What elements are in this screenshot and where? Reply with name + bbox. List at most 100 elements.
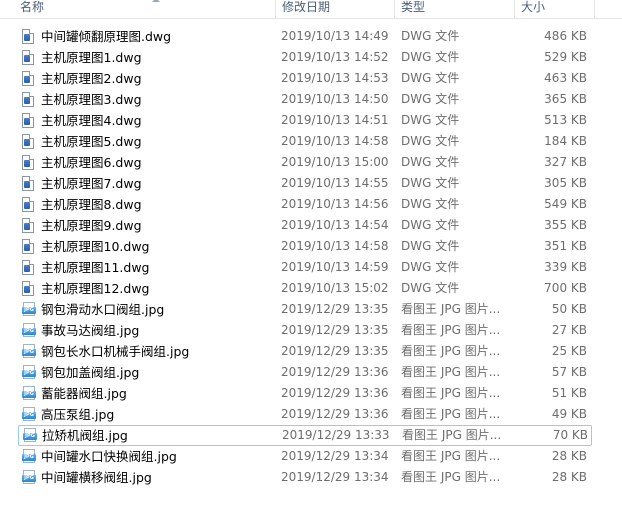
file-modified-date: 2019/10/13 14:49 (281, 29, 389, 43)
jpg-icon-badge-text: JPG (24, 349, 34, 355)
jpg-file-icon-shape: JPG (22, 470, 36, 485)
file-type: DWG 文件 (401, 155, 460, 169)
jpg-file-icon: JPG (22, 323, 36, 338)
dwg-file-icon (22, 92, 36, 107)
dwg-file-icon (22, 281, 36, 296)
file-name: 主机原理图6.dwg (41, 155, 142, 170)
file-row[interactable]: 主机原理图2.dwg 2019/10/13 14:53 DWG 文件 463 KB (0, 68, 622, 89)
file-modified-date: 2019/12/29 13:35 (281, 323, 389, 337)
file-size: 463 KB (544, 71, 587, 85)
file-name: 中间罐倾翻原理图.dwg (41, 29, 172, 44)
file-row[interactable]: 主机原理图9.dwg 2019/10/13 14:54 DWG 文件 355 KB (0, 215, 622, 236)
column-header-date[interactable]: 修改日期 (276, 0, 395, 18)
file-row[interactable]: 主机原理图1.dwg 2019/10/13 14:52 DWG 文件 529 KB (0, 47, 622, 68)
file-row[interactable]: 主机原理图10.dwg 2019/10/13 14:58 DWG 文件 351 KB (0, 236, 622, 257)
file-row[interactable]: 主机原理图11.dwg 2019/10/13 14:59 DWG 文件 339 KB (0, 257, 622, 278)
file-row[interactable]: JPG 中间罐水口快换阀组.jpg 2019/12/29 13:34 看图王 JPG … (0, 446, 622, 467)
file-type: 看图王 JPG 图片... (401, 323, 501, 337)
file-row[interactable]: JPG 拉矫机阀组.jpg 2019/12/29 13:33 看图王 JPG 图片..… (18, 425, 592, 446)
file-type: 看图王 JPG 图片... (401, 470, 501, 484)
dwg-file-icon-shape (22, 29, 34, 44)
column-header-name[interactable]: 名称 (14, 0, 276, 18)
file-size: 365 KB (544, 92, 587, 106)
dwg-file-icon (22, 176, 36, 191)
file-row[interactable]: JPG 钢包加盖阀组.jpg 2019/12/29 13:36 看图王 JPG 图片.… (0, 362, 622, 383)
file-size: 27 KB (551, 323, 587, 337)
file-row[interactable]: JPG 中间罐横移阀组.jpg 2019/12/29 13:34 看图王 JPG 图片… (0, 467, 622, 488)
dwg-file-icon (22, 50, 36, 65)
jpg-icon-badge: JPG (22, 307, 36, 314)
file-row[interactable]: JPG 高压泵组.jpg 2019/12/29 13:36 看图王 JPG 图片...… (0, 404, 622, 425)
file-size: 486 KB (544, 29, 587, 43)
dwg-file-icon-shape (22, 218, 34, 233)
file-name: 中间罐横移阀组.jpg (41, 470, 152, 485)
file-name: 主机原理图2.dwg (41, 71, 142, 86)
file-modified-date: 2019/10/13 14:58 (281, 134, 389, 148)
file-row[interactable]: 主机原理图5.dwg 2019/10/13 14:58 DWG 文件 184 KB (0, 131, 622, 152)
jpg-file-icon-shape: JPG (22, 344, 36, 359)
file-modified-date: 2019/10/13 14:58 (281, 239, 389, 253)
file-size: 28 KB (551, 449, 587, 463)
jpg-file-icon: JPG (22, 365, 36, 380)
file-row[interactable]: JPG 蓄能器阀组.jpg 2019/12/29 13:36 看图王 JPG 图片..… (0, 383, 622, 404)
jpg-file-icon-shape: JPG (23, 428, 37, 443)
dwg-file-icon-shape (22, 239, 34, 254)
file-modified-date: 2019/12/29 13:35 (281, 344, 389, 358)
jpg-file-icon: JPG (22, 470, 36, 485)
file-row[interactable]: 主机原理图12.dwg 2019/10/13 15:02 DWG 文件 700 KB (0, 278, 622, 299)
file-modified-date: 2019/10/13 15:02 (281, 281, 389, 295)
file-type: 看图王 JPG 图片... (401, 365, 501, 379)
file-type: DWG 文件 (401, 71, 460, 85)
jpg-file-icon: JPG (22, 344, 36, 359)
file-name: 主机原理图10.dwg (41, 239, 150, 254)
jpg-file-icon: JPG (22, 302, 36, 317)
column-header-type[interactable]: 类型 (395, 0, 515, 18)
jpg-icon-badge-text: JPG (24, 412, 34, 418)
file-size: 305 KB (544, 176, 587, 190)
dwg-file-icon-shape (22, 134, 34, 149)
file-type: 看图王 JPG 图片... (401, 386, 501, 400)
file-size: 351 KB (544, 239, 587, 253)
file-name: 钢包滑动水口阀组.jpg (41, 302, 165, 317)
jpg-file-icon-shape: JPG (22, 365, 36, 380)
file-size: 549 KB (544, 197, 587, 211)
file-size: 184 KB (544, 134, 587, 148)
sort-ascending-icon (152, 0, 160, 2)
file-row[interactable]: 主机原理图8.dwg 2019/10/13 14:56 DWG 文件 549 KB (0, 194, 622, 215)
jpg-icon-badge-text: JPG (24, 328, 34, 334)
jpg-icon-badge-text: JPG (25, 433, 35, 439)
column-header-name-label: 名称 (20, 0, 45, 14)
file-row[interactable]: JPG 钢包滑动水口阀组.jpg 2019/12/29 13:35 看图王 JPG 图… (0, 299, 622, 320)
dwg-file-icon (22, 197, 36, 212)
file-name: 主机原理图1.dwg (41, 50, 142, 65)
file-row[interactable]: JPG 钢包长水口机械手阀组.jpg 2019/12/29 13:35 看图王 JPG… (0, 341, 622, 362)
jpg-icon-badge: JPG (22, 412, 36, 419)
jpg-file-icon-shape: JPG (22, 407, 36, 422)
jpg-file-icon: JPG (22, 386, 36, 401)
column-header-type-label: 类型 (401, 0, 426, 14)
file-size: 50 KB (551, 302, 587, 316)
file-name: 主机原理图7.dwg (41, 176, 142, 191)
file-modified-date: 2019/10/13 14:55 (281, 176, 389, 190)
file-name: 钢包加盖阀组.jpg (41, 365, 140, 380)
file-row[interactable]: 主机原理图4.dwg 2019/10/13 14:51 DWG 文件 513 KB (0, 110, 622, 131)
dwg-file-icon (22, 239, 36, 254)
file-row[interactable]: 中间罐倾翻原理图.dwg 2019/10/13 14:49 DWG 文件 486 KB (0, 26, 622, 47)
dwg-file-icon (22, 218, 36, 233)
dwg-file-icon (22, 71, 36, 86)
file-row[interactable]: 主机原理图6.dwg 2019/10/13 15:00 DWG 文件 327 KB (0, 152, 622, 173)
file-modified-date: 2019/12/29 13:34 (281, 470, 389, 484)
file-row[interactable]: JPG 事故马达阀组.jpg 2019/12/29 13:35 看图王 JPG 图片.… (0, 320, 622, 341)
file-modified-date: 2019/10/13 14:52 (281, 50, 389, 64)
file-name: 中间罐水口快换阀组.jpg (41, 449, 177, 464)
file-name: 事故马达阀组.jpg (41, 323, 140, 338)
dwg-file-icon-shape (22, 155, 34, 170)
file-type: DWG 文件 (401, 197, 460, 211)
file-type: DWG 文件 (401, 29, 460, 43)
jpg-icon-badge: JPG (22, 454, 36, 461)
file-row[interactable]: 主机原理图3.dwg 2019/10/13 14:50 DWG 文件 365 KB (0, 89, 622, 110)
file-row[interactable]: 主机原理图7.dwg 2019/10/13 14:55 DWG 文件 305 KB (0, 173, 622, 194)
dwg-file-icon-shape (22, 71, 34, 86)
jpg-icon-badge-text: JPG (24, 391, 34, 397)
column-header-size[interactable]: 大小 (515, 0, 595, 18)
